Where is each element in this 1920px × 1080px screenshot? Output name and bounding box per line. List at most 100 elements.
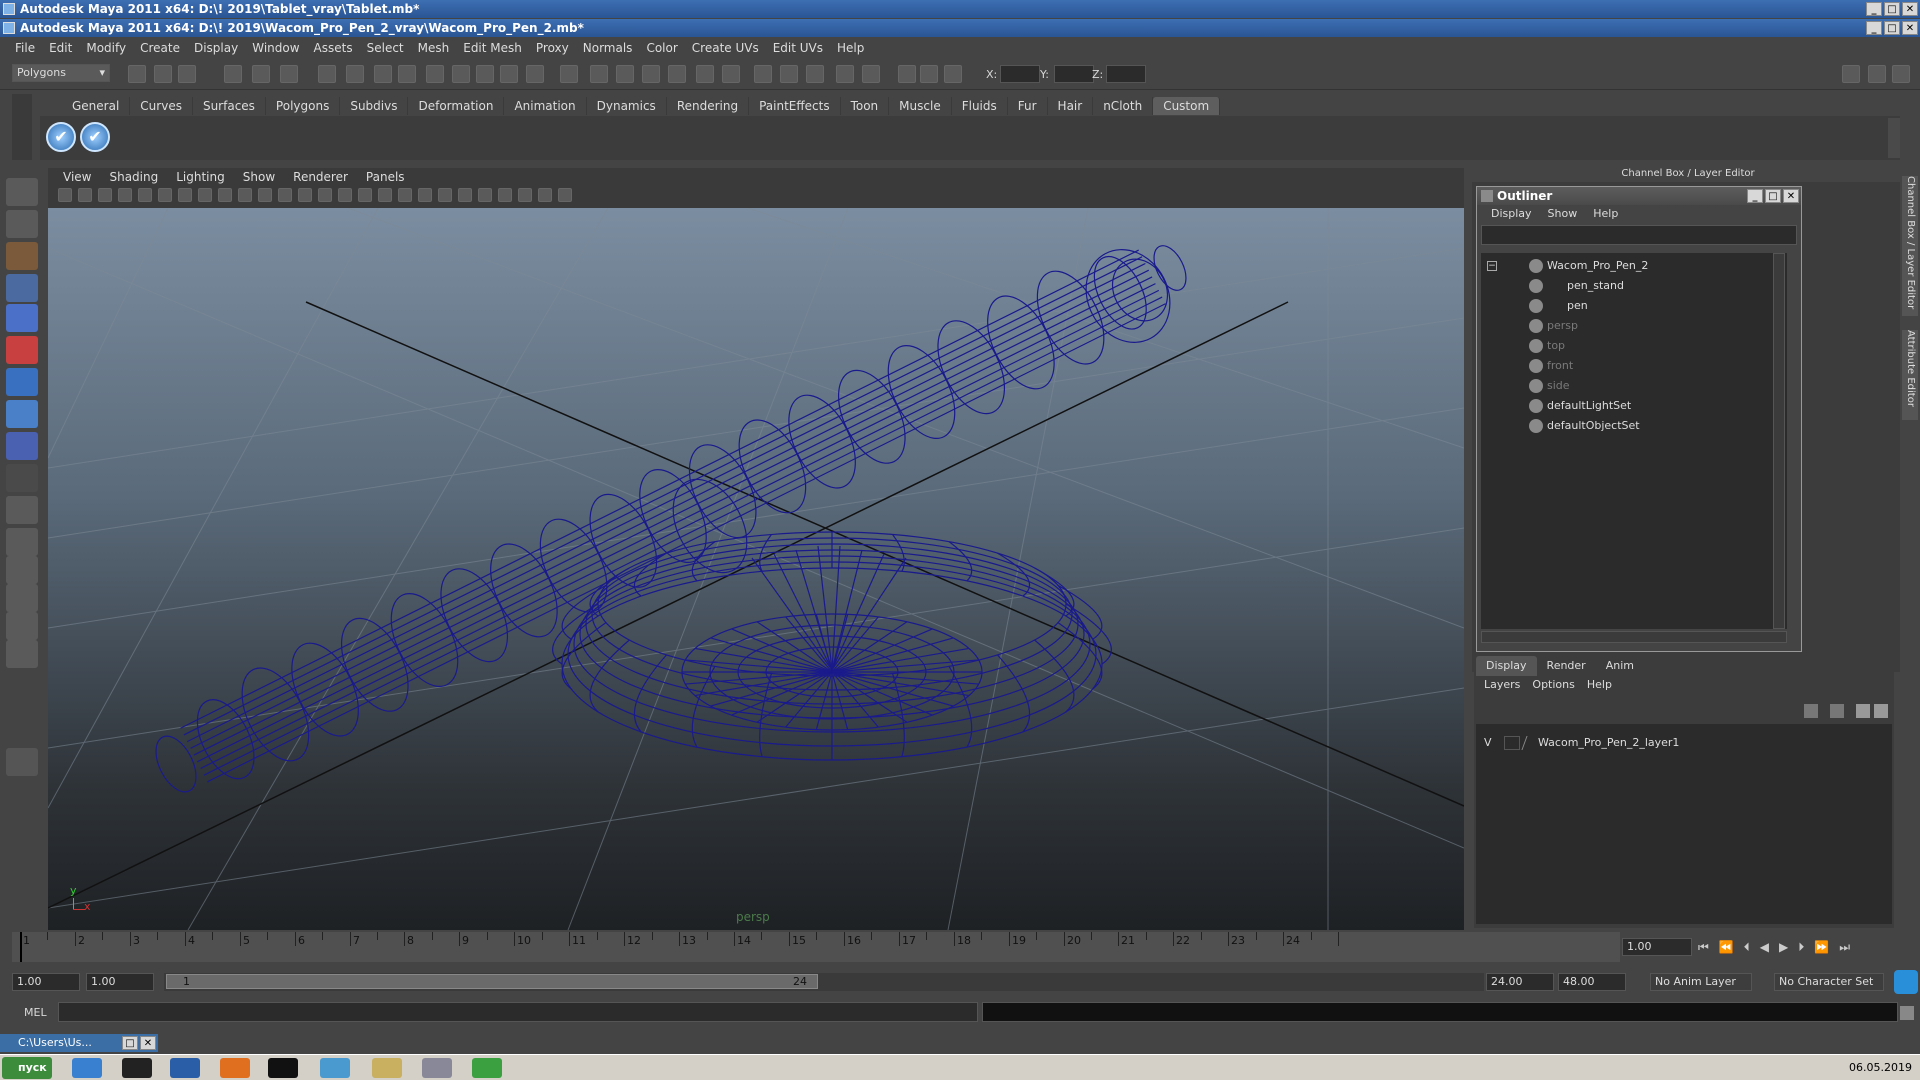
outliner-menu-display[interactable]: Display xyxy=(1483,205,1540,223)
viewport-toolbar-icon[interactable] xyxy=(198,188,212,202)
app-taskbar-icon-2[interactable] xyxy=(268,1058,298,1078)
x-field[interactable] xyxy=(1000,65,1040,83)
viewport-toolbar-icon[interactable] xyxy=(358,188,372,202)
shelf-tab-dynamics[interactable]: Dynamics xyxy=(587,97,667,115)
maximize-icon[interactable]: □ xyxy=(1884,21,1900,35)
viewport-toolbar-icon[interactable] xyxy=(178,188,192,202)
menu-edit-uvs[interactable]: Edit UVs xyxy=(766,41,830,55)
cmd-language-label[interactable]: MEL xyxy=(24,1006,47,1019)
single-pane-layout-icon[interactable] xyxy=(6,496,38,524)
menu-mesh[interactable]: Mesh xyxy=(411,41,457,55)
toolbar-tool-icon[interactable] xyxy=(668,65,686,83)
range-slider-track[interactable]: 1 24 xyxy=(164,973,1484,991)
browser-taskbar-icon[interactable] xyxy=(72,1058,102,1078)
layer-menu-layers[interactable]: Layers xyxy=(1478,676,1526,694)
outliner-menu-show[interactable]: Show xyxy=(1540,205,1586,223)
lasso-tool-icon[interactable] xyxy=(6,210,38,238)
toolbar-tool-icon[interactable] xyxy=(806,65,824,83)
shelf-tab-animation[interactable]: Animation xyxy=(504,97,587,115)
toolbar-tool-icon[interactable] xyxy=(836,65,854,83)
layer-menu-options[interactable]: Options xyxy=(1526,676,1580,694)
paint-select-tool-icon[interactable] xyxy=(6,242,38,270)
outliner-titlebar[interactable]: Outliner _ □ ✕ xyxy=(1477,187,1801,205)
firefox-taskbar-icon[interactable] xyxy=(220,1058,250,1078)
animation-end-field[interactable]: 48.00 xyxy=(1558,973,1626,991)
viewport-toolbar-icon[interactable] xyxy=(258,188,272,202)
outliner-item-pen[interactable]: pen xyxy=(1481,297,1771,315)
outliner-horizontal-scrollbar[interactable] xyxy=(1481,631,1787,643)
menu-window[interactable]: Window xyxy=(245,41,306,55)
outliner-list[interactable]: − Wacom_Pro_Pen_2 pen_stand pen persp top fron… xyxy=(1481,253,1787,629)
last-tool-icon[interactable] xyxy=(6,464,38,492)
outliner-filter-field[interactable] xyxy=(1481,225,1797,245)
toolbar-tool-icon[interactable] xyxy=(862,65,880,83)
minimized-window[interactable]: C:\Users\Us... □ ✕ xyxy=(0,1034,158,1052)
shelf-tab-hair[interactable]: Hair xyxy=(1048,97,1094,115)
shelf-tab-custom[interactable]: Custom xyxy=(1153,97,1221,115)
persp-outliner-layout-icon[interactable] xyxy=(6,556,38,584)
toolbar-tool-icon[interactable] xyxy=(426,65,444,83)
toolbar-tool-icon[interactable] xyxy=(280,65,298,83)
toolbar-tool-icon[interactable] xyxy=(944,65,962,83)
menu-normals[interactable]: Normals xyxy=(576,41,640,55)
viewport-toolbar-icon[interactable] xyxy=(318,188,332,202)
playback-start-field[interactable]: 1.00 xyxy=(86,973,154,991)
menu-assets[interactable]: Assets xyxy=(307,41,360,55)
step-forward-frame-icon[interactable]: ⏵ xyxy=(1798,940,1804,958)
minimize-icon[interactable]: _ xyxy=(1866,2,1882,16)
viewport-toolbar-icon[interactable] xyxy=(158,188,172,202)
shelf-tab-fluids[interactable]: Fluids xyxy=(952,97,1008,115)
animation-start-field[interactable]: 1.00 xyxy=(12,973,80,991)
viewport-toolbar-icon[interactable] xyxy=(278,188,292,202)
menu-create-uvs[interactable]: Create UVs xyxy=(685,41,766,55)
playback-end-field[interactable]: 24.00 xyxy=(1486,973,1554,991)
app-taskbar-icon-3[interactable] xyxy=(320,1058,350,1078)
outliner-window[interactable]: Outliner _ □ ✕ Display Show Help − Wacom_Pro_… xyxy=(1476,186,1802,652)
chrome-taskbar-icon[interactable] xyxy=(472,1058,502,1078)
toolbar-tool-icon[interactable] xyxy=(722,65,740,83)
viewport-menu-view[interactable]: View xyxy=(54,168,100,186)
toolbar-tool-icon[interactable] xyxy=(318,65,336,83)
viewport-toolbar-icon[interactable] xyxy=(418,188,432,202)
toolbar-tool-icon[interactable] xyxy=(476,65,494,83)
viewport-toolbar-icon[interactable] xyxy=(378,188,392,202)
outliner-item-pen-stand[interactable]: pen_stand xyxy=(1481,277,1771,295)
toolbar-tool-icon[interactable] xyxy=(920,65,938,83)
minimize-icon[interactable]: _ xyxy=(1866,21,1882,35)
new-layer-icon[interactable] xyxy=(1804,704,1818,718)
teamviewer-icon[interactable] xyxy=(1894,970,1918,994)
range-slider-handle[interactable]: 1 24 xyxy=(166,974,818,989)
viewport-menu-show[interactable]: Show xyxy=(234,168,284,186)
viewport-toolbar-icon[interactable] xyxy=(458,188,472,202)
character-set-select[interactable]: No Character Set xyxy=(1774,973,1884,991)
step-back-key-icon[interactable]: ⏪ xyxy=(1719,940,1734,958)
current-time-marker[interactable] xyxy=(20,932,22,962)
start-button[interactable]: пуск xyxy=(2,1057,52,1079)
toolbar-tool-icon[interactable] xyxy=(616,65,634,83)
close-icon[interactable]: ✕ xyxy=(1902,2,1918,16)
viewport-toolbar-icon[interactable] xyxy=(218,188,232,202)
move-layer-down-icon[interactable] xyxy=(1874,704,1888,718)
menu-display[interactable]: Display xyxy=(187,41,245,55)
layer-tab-render[interactable]: Render xyxy=(1537,656,1596,676)
y-field[interactable] xyxy=(1054,65,1094,83)
restore-icon[interactable]: □ xyxy=(122,1036,138,1050)
viewport-scene[interactable]: y x persp xyxy=(48,208,1464,930)
shelf-tab-polygons[interactable]: Polygons xyxy=(266,97,341,115)
go-to-end-icon[interactable]: ⏭ xyxy=(1839,940,1850,958)
z-field[interactable] xyxy=(1106,65,1146,83)
toolbar-tool-icon[interactable] xyxy=(346,65,364,83)
layout-more-icon[interactable] xyxy=(6,674,38,702)
shelf-tab-rendering[interactable]: Rendering xyxy=(667,97,750,115)
explorer-taskbar-icon[interactable] xyxy=(372,1058,402,1078)
toolbar-tool-icon[interactable] xyxy=(178,65,196,83)
outliner-item-top[interactable]: top xyxy=(1481,337,1771,355)
viewport-toolbar-icon[interactable] xyxy=(438,188,452,202)
layer-color-swatch[interactable] xyxy=(1521,736,1539,750)
outliner-vertical-scrollbar[interactable] xyxy=(1773,253,1785,629)
script-editor-icon[interactable] xyxy=(1900,1006,1914,1020)
toolbar-tool-icon[interactable] xyxy=(224,65,242,83)
menu-help[interactable]: Help xyxy=(830,41,871,55)
step-forward-key-icon[interactable]: ⏩ xyxy=(1814,940,1829,958)
toolbar-tool-icon[interactable] xyxy=(526,65,544,83)
